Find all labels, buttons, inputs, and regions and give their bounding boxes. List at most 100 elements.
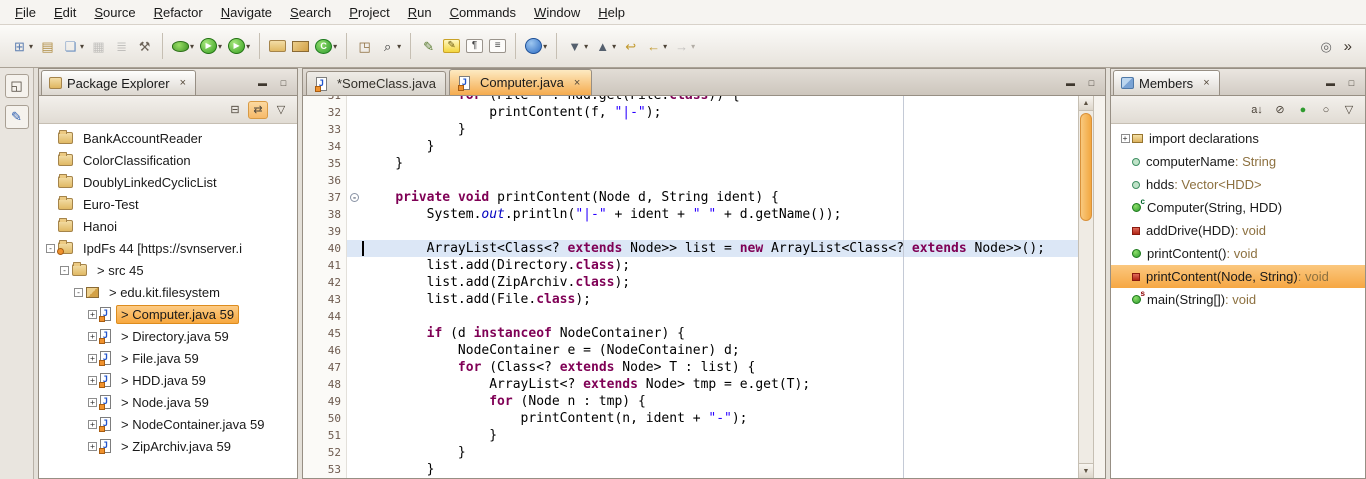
annotation-ruler[interactable] — [303, 359, 317, 376]
code-line[interactable]: 33 } — [303, 121, 1078, 138]
code-line[interactable]: 47 for (Class<? extends Node> T : list) … — [303, 359, 1078, 376]
sort-alphabetically-button[interactable]: a↓ — [1247, 101, 1267, 119]
next-annotation-button[interactable]: ▼▾ — [564, 35, 590, 58]
code-line[interactable]: 42 list.add(ZipArchiv.class); — [303, 274, 1078, 291]
annotation-ruler[interactable] — [303, 274, 317, 291]
tree-item[interactable]: +J> Node.java 59 — [39, 391, 297, 413]
mark-occurrences-button[interactable]: ✎ — [441, 36, 462, 56]
code-line[interactable]: 37- private void printContent(Node d, St… — [303, 189, 1078, 206]
annotation-ruler[interactable] — [303, 410, 317, 427]
build-all-button[interactable]: ⚒ — [134, 35, 155, 58]
annotation-ruler[interactable] — [303, 461, 317, 478]
line-number[interactable]: 44 — [317, 308, 347, 325]
search-button[interactable]: ⌕▾ — [377, 35, 403, 58]
tab-package-explorer[interactable]: Package Explorer × — [41, 70, 196, 95]
menu-run[interactable]: Run — [399, 2, 441, 23]
line-number[interactable]: 50 — [317, 410, 347, 427]
annotation-ruler[interactable] — [303, 104, 317, 121]
code-line[interactable]: 40 ArrayList<Class<? extends Node>> list… — [303, 240, 1078, 257]
code-line[interactable]: 44 — [303, 308, 1078, 325]
code-line[interactable]: 50 printContent(n, ident + "-"); — [303, 410, 1078, 427]
new-file-button[interactable]: ❏▾ — [60, 35, 86, 58]
member-item[interactable]: computerName : String — [1111, 150, 1365, 173]
line-number[interactable]: 45 — [317, 325, 347, 342]
tab-members[interactable]: Members × — [1113, 70, 1220, 95]
tree-item[interactable]: -> src 45 — [39, 259, 297, 281]
new-wizard-button[interactable]: ⊞▾ — [9, 35, 35, 58]
line-number[interactable]: 37 — [317, 189, 347, 206]
editor-tab-someclassjava[interactable]: J*SomeClass.java — [306, 71, 446, 95]
line-number[interactable]: 48 — [317, 376, 347, 393]
annotation-ruler[interactable] — [303, 308, 317, 325]
expand-icon[interactable]: + — [88, 442, 97, 451]
link-with-editor-button[interactable]: ⇄ — [248, 101, 268, 119]
tree-item[interactable]: +J> NodeContainer.java 59 — [39, 413, 297, 435]
tree-item[interactable]: +J> Computer.java 59 — [39, 303, 297, 325]
annotation-ruler[interactable] — [303, 121, 317, 138]
annotation-ruler[interactable] — [303, 325, 317, 342]
line-number[interactable]: 49 — [317, 393, 347, 410]
new-class-button[interactable]: C▾ — [313, 36, 339, 57]
open-resource-button[interactable]: ▤ — [37, 35, 58, 58]
run-button[interactable]: ▶▾ — [198, 35, 224, 57]
annotation-ruler[interactable] — [303, 342, 317, 359]
annotation-ruler[interactable] — [303, 393, 317, 410]
menu-project[interactable]: Project — [340, 2, 398, 23]
expand-icon[interactable]: + — [88, 420, 97, 429]
menu-search[interactable]: Search — [281, 2, 340, 23]
annotation-ruler[interactable] — [303, 291, 317, 308]
tree-item[interactable]: -> edu.kit.filesystem — [39, 281, 297, 303]
tree-item[interactable]: ColorClassification — [39, 149, 297, 171]
code-line[interactable]: 52 } — [303, 444, 1078, 461]
menu-refactor[interactable]: Refactor — [145, 2, 212, 23]
view-menu-button[interactable]: ▽ — [1339, 101, 1359, 119]
close-icon[interactable]: × — [178, 76, 188, 90]
annotation-ruler[interactable] — [303, 172, 317, 189]
maximize-button[interactable]: □ — [1343, 75, 1360, 90]
menu-commands[interactable]: Commands — [441, 2, 525, 23]
hide-static-members-button[interactable]: ● — [1293, 101, 1313, 119]
code-line[interactable]: 46 NodeContainer e = (NodeContainer) d; — [303, 342, 1078, 359]
line-number[interactable]: 31 — [317, 96, 347, 104]
new-java-project-button[interactable] — [267, 37, 288, 55]
member-item[interactable]: printContent(Node, String) : void — [1111, 265, 1365, 288]
last-edit-location-button[interactable]: ↩ — [620, 35, 641, 58]
member-item[interactable]: printContent() : void — [1111, 242, 1365, 265]
line-number[interactable]: 47 — [317, 359, 347, 376]
line-number[interactable]: 38 — [317, 206, 347, 223]
maximize-button[interactable]: □ — [275, 75, 292, 90]
line-number[interactable]: 36 — [317, 172, 347, 189]
line-number[interactable]: 41 — [317, 257, 347, 274]
tree-item[interactable]: Hanoi — [39, 215, 297, 237]
annotation-ruler[interactable] — [303, 444, 317, 461]
collapse-all-button[interactable]: ⊟ — [225, 101, 245, 119]
line-number[interactable]: 46 — [317, 342, 347, 359]
collapse-icon[interactable]: - — [46, 244, 55, 253]
toolbar-overflow-chevron[interactable]: » — [1338, 38, 1358, 55]
expand-icon[interactable]: + — [88, 376, 97, 385]
scroll-up-button[interactable]: ▲ — [1079, 96, 1093, 111]
menu-source[interactable]: Source — [85, 2, 144, 23]
code-line[interactable]: 31 for (File f : hdd.get(File.class)) { — [303, 96, 1078, 104]
line-number[interactable]: 39 — [317, 223, 347, 240]
line-number[interactable]: 33 — [317, 121, 347, 138]
tree-item[interactable]: +J> ZipArchiv.java 59 — [39, 435, 297, 457]
annotation-ruler[interactable] — [303, 223, 317, 240]
tree-item[interactable]: +J> File.java 59 — [39, 347, 297, 369]
close-icon[interactable]: × — [1201, 76, 1211, 90]
maximize-button[interactable]: □ — [1083, 75, 1100, 90]
minimize-button[interactable]: ▬ — [1062, 75, 1079, 90]
code-line[interactable]: 45 if (d instanceof NodeContainer) { — [303, 325, 1078, 342]
menu-window[interactable]: Window — [525, 2, 589, 23]
member-item[interactable]: addDrive(HDD) : void — [1111, 219, 1365, 242]
previous-annotation-button[interactable]: ▲▾ — [592, 35, 618, 58]
code-line[interactable]: 36 — [303, 172, 1078, 189]
annotation-ruler[interactable] — [303, 155, 317, 172]
line-number[interactable]: 40 — [317, 240, 347, 257]
pin-editor-button[interactable]: ◎ — [1316, 35, 1337, 58]
code-line[interactable]: 48 ArrayList<? extends Node> tmp = e.get… — [303, 376, 1078, 393]
tree-item[interactable]: Euro-Test — [39, 193, 297, 215]
member-item[interactable]: Computer(String, HDD) — [1111, 196, 1365, 219]
line-number[interactable]: 42 — [317, 274, 347, 291]
code-line[interactable]: 39 — [303, 223, 1078, 240]
